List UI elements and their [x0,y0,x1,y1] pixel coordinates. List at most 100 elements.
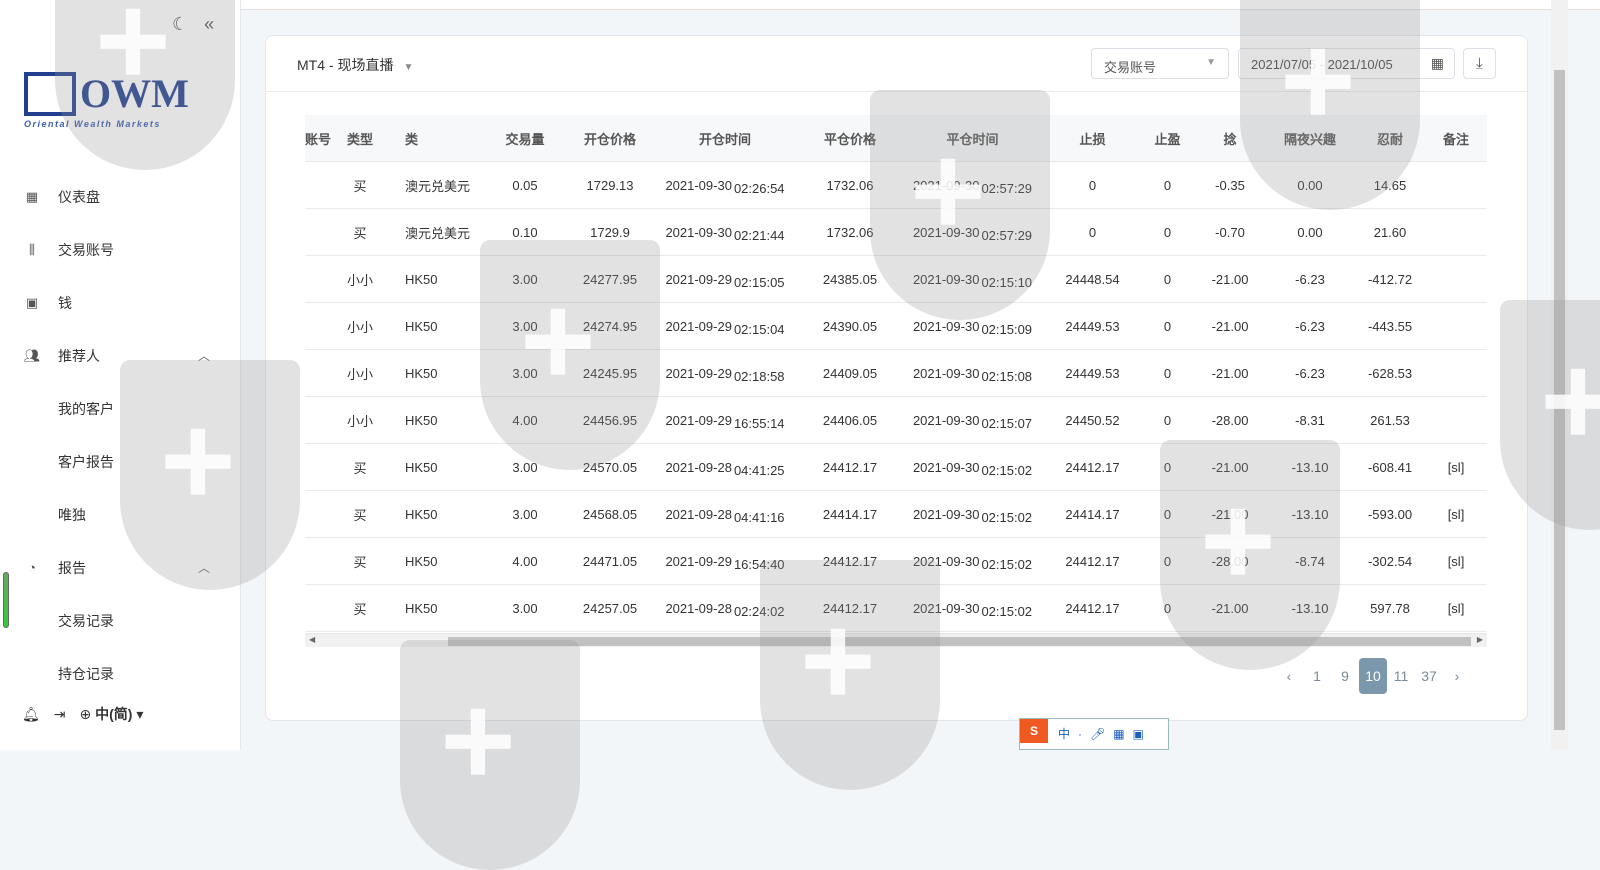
column-header[interactable]: 忍耐 [1355,129,1425,148]
scroll-indicator[interactable] [3,572,9,628]
language-selector[interactable]: ⊕ 中(简) ▾ [80,704,144,724]
table-row[interactable]: 小小 HK50 3.00 24245.95 2021-09-29 02:18:58 2440… [305,350,1487,397]
column-header[interactable]: 交易量 [480,129,570,148]
table-cell: 0.05 [512,177,538,193]
collapse-sidebar-icon[interactable]: « [204,14,214,35]
table-cell: 0 [1163,365,1172,381]
table-row[interactable]: 买 HK50 3.00 24570.05 2021-09-28 04:41:25 24412… [305,444,1487,491]
table-cell: -0.70 [1215,224,1245,240]
table-row[interactable]: 买 HK50 3.00 24257.05 2021-09-28 02:24:02 24412… [305,585,1487,632]
sidebar-item[interactable]: ◔ 报告 ︿ [0,541,240,594]
table-cell: 24274.95 [582,318,638,334]
table-cell: 0 [1163,224,1172,240]
table-cell: 小小 [346,319,373,335]
table-cell: -412.72 [1367,271,1413,287]
column-header[interactable]: 隔夜兴趣 [1265,129,1355,148]
time: 02:24:02 [733,603,785,616]
table-cell: 3.00 [512,506,538,522]
page-button[interactable]: 37 [1415,660,1443,692]
column-header[interactable]: 平仓价格 [800,129,900,148]
table-cell: 2021-09-29 02:15:05 [650,272,800,287]
table-cell: 2021-09-30 02:21:44 [650,225,800,240]
table-cell: 3.00 [512,271,538,287]
table-cell: 1729.9 [590,224,630,240]
column-header[interactable]: 开仓价格 [570,129,650,148]
ime-toolbar[interactable]: S 中·🎤︎▦▣ [1019,718,1169,750]
table-cell: HK50 [405,412,438,428]
column-header[interactable]: 平仓时间 [900,129,1045,148]
page-button[interactable]: 11 [1387,660,1415,692]
table-cell: -8.31 [1295,412,1325,428]
caret-down-icon: ▼ [403,62,414,73]
logout-icon[interactable]: ⇥ [54,706,66,723]
column-header[interactable]: 止损 [1045,129,1140,148]
date: 2021-09-28 [665,600,732,616]
table-cell: 24449.53 [1065,318,1120,334]
sidebar-item-label: 交易记录 [58,612,114,629]
table-cell: 24390.05 [822,318,878,334]
vertical-scrollbar[interactable] [1551,0,1568,750]
date: 2021-09-30 [912,177,980,193]
table-row[interactable]: 买澳元兑美元 0.10 1729.9 2021-09-30 02:21:44 1732.0… [305,209,1487,256]
column-header[interactable]: 类 [385,129,480,148]
page-button[interactable]: 1 [1303,660,1331,692]
trading-account-select[interactable]: 交易账号 ▼ [1091,48,1229,79]
chevron-up-icon[interactable]: ︿ [198,347,210,364]
table-row[interactable]: 小小 HK50 3.00 24277.95 2021-09-29 02:15:05 2438… [305,256,1487,303]
time: 02:15:09 [981,321,1033,334]
table-cell: 24449.53 [1065,365,1120,381]
table-row[interactable]: 买 HK50 4.00 24471.05 2021-09-29 16:54:40 24412… [305,538,1487,585]
page-button[interactable]: 9 [1331,660,1359,692]
table-cell: 24412.17 [822,553,878,569]
column-header[interactable]: 账号 [305,129,335,148]
column-header[interactable]: 止盈 [1140,129,1195,148]
table-cell: -21.00 [1211,318,1249,334]
sidebar-item-label: 客户报告 [58,453,114,470]
time: 02:57:29 [981,227,1033,240]
table-cell: 0.10 [512,224,538,240]
next-page-icon[interactable]: › [1443,660,1471,692]
horizontal-scrollbar[interactable]: ◀ ▶ [305,633,1487,647]
table-cell: 0 [1163,600,1172,616]
prev-page-icon[interactable]: ‹ [1275,660,1303,692]
sidebar-item[interactable]: ▦ 仪表盘 [0,170,240,223]
sidebar-item[interactable]: 交易记录 [0,594,240,647]
table-cell: 2021-09-30 02:15:02 [900,460,1045,475]
column-header[interactable]: 类型 [335,129,385,148]
column-header[interactable]: 开仓时间 [650,129,800,148]
table-cell: 2021-09-30 02:15:02 [900,601,1045,616]
table-cell: 3.00 [512,365,538,381]
bell-icon[interactable]: 🔔︎ [22,706,40,723]
page-button[interactable]: 10 [1359,658,1387,694]
column-header[interactable]: 备注 [1425,129,1487,148]
table-row[interactable]: 买 HK50 3.00 24568.05 2021-09-28 04:41:16 24414… [305,491,1487,538]
sidebar-item[interactable]: 持仓记录 [0,647,240,700]
sidebar-item[interactable]: 我的客户 [0,382,240,435]
dark-mode-moon-icon[interactable]: ☾ [172,14,188,35]
table-cell: 买 [353,507,367,523]
sidebar-item[interactable]: ▣ 钱 [0,276,240,329]
pie-chart-icon: ◔ [28,560,36,575]
table-cell: 2021-09-30 02:15:08 [900,366,1045,381]
table-cell: -28.00 [1211,553,1249,569]
date-range-picker[interactable]: 2021/07/05 - 2021/10/05 ▦ [1238,48,1455,79]
sidebar-item[interactable]: ⫼ 交易账号 [0,223,240,276]
table-cell: 小小 [346,366,373,382]
table-cell: 澳元兑美元 [405,225,471,241]
table-cell: 2021-09-30 02:15:02 [900,554,1045,569]
sidebar-item[interactable]: 唯独 [0,488,240,541]
download-button[interactable]: ⤓ [1463,48,1496,79]
column-header[interactable]: 捻 [1195,129,1265,148]
chevron-up-icon[interactable]: ︿ [198,559,210,576]
table-row[interactable]: 小小 HK50 3.00 24274.95 2021-09-29 02:15:04 2439… [305,303,1487,350]
table-cell: HK50 [405,600,438,616]
table-cell: 24409.05 [822,365,878,381]
table-row[interactable]: 小小 HK50 4.00 24456.95 2021-09-29 16:55:14 2440… [305,397,1487,444]
sidebar-item-label: 持仓记录 [58,665,114,682]
sidebar-item[interactable]: 👥︎ 推荐人 ︿ [0,329,240,382]
sidebar-item[interactable]: 客户报告 [0,435,240,488]
table-cell: 24414.17 [1065,506,1120,522]
table-row[interactable]: 买澳元兑美元 0.05 1729.13 2021-09-30 02:26:54 1732.… [305,162,1487,209]
table-cell: -593.00 [1367,506,1413,522]
account-dropdown[interactable]: MT4 - 现场直播 ▼ [297,55,413,75]
